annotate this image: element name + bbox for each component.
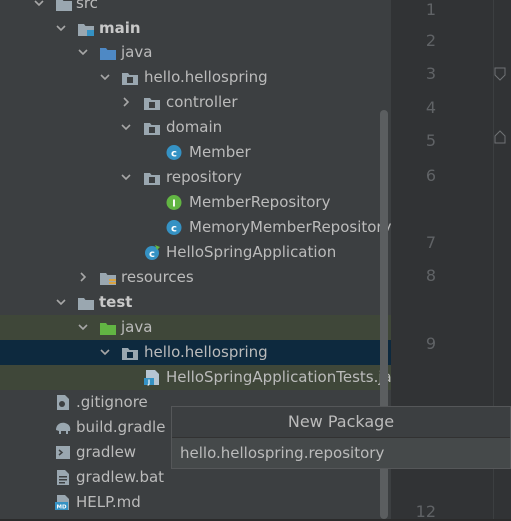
tree-item-controller[interactable]: controller <box>0 90 391 115</box>
tree-item-label: repository <box>166 168 242 186</box>
source-folder-icon <box>77 20 95 37</box>
gitignore-file-icon <box>54 394 72 411</box>
chevron-down-icon[interactable] <box>98 340 112 365</box>
chevron-down-icon[interactable] <box>76 315 90 340</box>
package-icon <box>143 119 161 136</box>
line-number: 6 <box>425 166 436 185</box>
fold-start-icon[interactable] <box>494 67 506 81</box>
tree-item-memory-member-repository[interactable]: c MemoryMemberRepository <box>0 215 391 240</box>
class-icon: c <box>165 219 183 236</box>
svg-text:c: c <box>171 149 177 160</box>
tree-item-main-java[interactable]: java <box>0 40 391 65</box>
chevron-down-icon[interactable] <box>54 16 68 41</box>
package-icon <box>143 94 161 111</box>
source-root-folder-icon <box>99 44 117 61</box>
chevron-down-icon[interactable] <box>119 115 133 140</box>
line-number: 4 <box>425 98 436 117</box>
tree-item-label: MemberRepository <box>189 193 331 211</box>
tree-item-test-java[interactable]: java <box>0 315 391 340</box>
tree-item-repository[interactable]: repository <box>0 165 391 190</box>
tree-item-label: main <box>99 19 141 37</box>
tree-item-hello-spring-application[interactable]: c HelloSpringApplication <box>0 240 391 265</box>
tree-item-label: HelloSpringApplicationTests.ja <box>166 368 391 386</box>
svg-text:c: c <box>171 224 177 235</box>
tree-item-label: domain <box>166 118 223 136</box>
tree-item-label: build.gradle <box>76 418 166 436</box>
tree-item-member-repository[interactable]: I MemberRepository <box>0 190 391 215</box>
line-number: 1 <box>425 0 436 19</box>
package-icon <box>143 169 161 186</box>
text-file-icon <box>54 469 72 486</box>
folder-icon <box>77 294 95 311</box>
tree-item-label: src <box>76 0 98 12</box>
tree-item-label: hello.hellospring <box>144 68 268 86</box>
chevron-down-icon[interactable] <box>32 0 46 16</box>
tree-item-src[interactable]: src <box>0 0 391 16</box>
chevron-right-icon[interactable] <box>76 265 90 290</box>
line-number: 5 <box>425 131 436 150</box>
tree-item-label: hello.hellospring <box>144 343 268 361</box>
line-number: 3 <box>425 64 436 83</box>
line-number: 9 <box>425 334 436 353</box>
tree-item-label: java <box>121 43 153 61</box>
tree-item-resources[interactable]: resources <box>0 265 391 290</box>
tree-item-main[interactable]: main <box>0 16 391 41</box>
package-icon <box>121 344 139 361</box>
terminal-file-icon <box>54 444 72 461</box>
line-number: 2 <box>425 31 436 50</box>
tree-item-test-package[interactable]: hello.hellospring <box>0 340 391 365</box>
tree-item-label: HELP.md <box>76 493 141 511</box>
chevron-down-icon[interactable] <box>98 65 112 90</box>
folder-icon <box>55 0 73 12</box>
tree-item-label: HelloSpringApplication <box>166 243 337 261</box>
class-icon: c <box>165 144 183 161</box>
resources-folder-icon <box>99 269 117 286</box>
tree-item-label: controller <box>166 93 238 111</box>
new-package-dialog: New Package <box>171 406 511 469</box>
tree-item-label: java <box>121 318 153 336</box>
tree-item-label: .gitignore <box>76 393 148 411</box>
spring-class-icon: c <box>143 244 161 261</box>
tree-item-member[interactable]: c Member <box>0 140 391 165</box>
chevron-down-icon[interactable] <box>119 165 133 190</box>
tree-item-test[interactable]: test <box>0 290 391 315</box>
line-number: 8 <box>425 266 436 285</box>
svg-text:J: J <box>147 379 150 386</box>
svg-text:c: c <box>149 249 155 260</box>
gradle-elephant-icon <box>54 419 72 436</box>
line-number: 7 <box>425 233 436 252</box>
tree-item-label: gradlew <box>76 443 137 461</box>
java-file-icon: J <box>143 369 161 386</box>
tree-item-label: Member <box>189 143 251 161</box>
fold-end-icon[interactable] <box>494 130 506 144</box>
tree-item-label: gradlew.bat <box>76 468 165 486</box>
test-root-folder-icon <box>99 319 117 336</box>
interface-icon: I <box>165 194 183 211</box>
svg-text:I: I <box>172 199 176 210</box>
tree-item-hello-spring-application-tests[interactable]: J HelloSpringApplicationTests.ja <box>0 365 391 390</box>
dialog-title: New Package <box>172 407 510 438</box>
chevron-down-icon[interactable] <box>76 40 90 65</box>
package-name-input[interactable] <box>172 438 510 468</box>
package-icon <box>121 69 139 86</box>
chevron-right-icon[interactable] <box>119 90 133 115</box>
chevron-down-icon[interactable] <box>54 290 68 315</box>
tree-item-label: test <box>99 293 133 311</box>
svg-text:MD: MD <box>56 505 66 511</box>
tree-item-domain[interactable]: domain <box>0 115 391 140</box>
line-number: 12 <box>415 502 436 521</box>
tree-item-main-package[interactable]: hello.hellospring <box>0 65 391 90</box>
markdown-file-icon: MD <box>54 494 72 511</box>
tree-item-label: resources <box>121 268 194 286</box>
tree-item-label: MemoryMemberRepository <box>189 218 391 236</box>
tree-item-help-md[interactable]: MD HELP.md <box>0 490 391 515</box>
